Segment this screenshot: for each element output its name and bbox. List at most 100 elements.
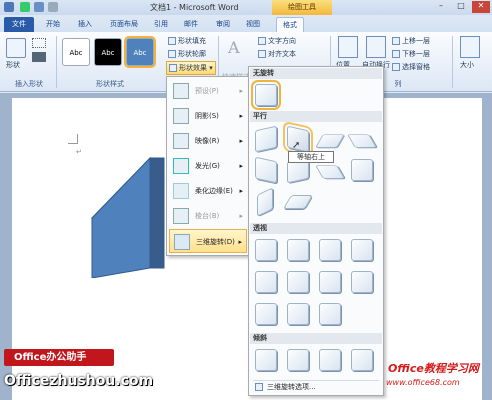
watermark-site: Officezhushou.com [4, 373, 154, 389]
rotation-none-tile[interactable] [251, 80, 281, 110]
shape-fill-label: 形状填充 [178, 37, 206, 45]
rotation-parallel-tile[interactable] [282, 195, 314, 209]
rotation-parallel-tile[interactable] [255, 125, 277, 153]
3d-rotation-options-button[interactable]: 三维旋转选项... [253, 380, 379, 393]
rotation-oblique-tile[interactable] [287, 349, 309, 371]
style-sample-black[interactable]: Abc [94, 38, 122, 66]
send-backward-button[interactable]: 下移一层 [392, 49, 430, 59]
undo-icon[interactable] [34, 2, 44, 12]
text-direction-button[interactable]: 文字方向 [258, 36, 296, 46]
rotation-perspective-tile[interactable] [255, 271, 277, 293]
style-sample-blue[interactable]: Abc [124, 36, 156, 68]
tab-references[interactable]: 引用 [148, 17, 174, 32]
rotation-oblique-tile[interactable] [255, 349, 277, 371]
menu-item-3d-rotation[interactable]: 三维旋转(D) ▸ [169, 229, 247, 253]
rotation-oblique-tile[interactable] [351, 349, 373, 371]
mouse-cursor-icon: ➚ [292, 140, 301, 151]
tab-home[interactable]: 开始 [40, 17, 66, 32]
save-icon[interactable] [20, 2, 30, 12]
tab-insert[interactable]: 插入 [72, 17, 98, 32]
tab-format[interactable]: 格式 [276, 17, 304, 32]
size-icon[interactable] [460, 36, 480, 58]
menu-item-glow[interactable]: 发光(G) ▸ [169, 154, 247, 178]
rotation-parallel-tile[interactable] [351, 159, 373, 181]
watermark-right-url: www.office68.com [386, 378, 460, 387]
shape-outline-button[interactable]: 形状轮廓 [168, 49, 206, 59]
3d-rotation-icon [174, 234, 190, 250]
menu-item-label: 阴影(S) [195, 112, 219, 120]
chevron-right-icon: ▸ [239, 187, 243, 195]
wrap-text-icon[interactable] [366, 36, 386, 58]
tab-view[interactable]: 视图 [240, 17, 266, 32]
maximize-icon[interactable]: □ [452, 1, 470, 13]
rotation-parallel-tile[interactable] [315, 134, 345, 148]
rotation-parallel-tile[interactable] [315, 165, 345, 179]
shadow-icon [173, 108, 189, 124]
menu-item-reflection[interactable]: 映像(R) ▸ [169, 129, 247, 153]
rotation-perspective-tile[interactable] [319, 239, 341, 261]
text-box-icon[interactable] [32, 52, 46, 62]
rotation-perspective-tile[interactable] [287, 303, 309, 325]
shape-effects-menu: 预设(P) ▸ 阴影(S) ▸ 映像(R) ▸ 发光(G) ▸ 柔化边缘(E) ▸ 棱台(… [166, 76, 250, 256]
tab-file[interactable]: 文件 [4, 17, 34, 32]
bring-forward-icon [392, 37, 400, 45]
close-icon[interactable]: ✕ [472, 1, 490, 13]
shape-front-face [91, 156, 151, 278]
shape-icon[interactable] [6, 38, 26, 58]
rotation-perspective-tile[interactable] [351, 271, 373, 293]
menu-item-label: 发光(G) [195, 162, 220, 170]
tab-mailings[interactable]: 邮件 [178, 17, 204, 32]
align-text-button[interactable]: 对齐文本 [258, 49, 296, 59]
shape-fill-button[interactable]: 形状填充 [168, 36, 206, 46]
text-direction-icon [258, 37, 266, 45]
section-header-no-rotation: 无旋转 [250, 68, 382, 79]
menu-item-soft-edges[interactable]: 柔化边缘(E) ▸ [169, 179, 247, 203]
menu-item-bevel[interactable]: 棱台(B) ▸ [169, 204, 247, 228]
edit-shape-icon[interactable] [32, 38, 46, 48]
soft-edges-icon [173, 183, 189, 199]
shape-effects-button[interactable]: 形状效果 ▾ [166, 61, 216, 75]
rotation-parallel-tile[interactable] [347, 134, 377, 148]
tab-page-layout[interactable]: 页面布局 [104, 17, 144, 32]
rotation-perspective-tile[interactable] [319, 303, 341, 325]
preset-icon [173, 83, 189, 99]
position-icon[interactable] [338, 36, 358, 58]
menu-item-label: 棱台(B) [195, 212, 220, 220]
rotation-perspective-tile[interactable] [351, 239, 373, 261]
bevel-icon [173, 208, 189, 224]
redo-icon[interactable] [48, 2, 58, 12]
minimize-icon[interactable]: – [432, 1, 450, 13]
watermark-brand: Office办公助手 [4, 349, 114, 366]
rotation-oblique-tile[interactable] [319, 349, 341, 371]
rotation-perspective-tile[interactable] [255, 239, 277, 261]
selection-pane-icon [392, 63, 400, 71]
word-app-icon [4, 2, 14, 12]
bring-forward-button[interactable]: 上移一层 [392, 36, 430, 46]
watermark-right-brand: Office教程学习网 [388, 362, 479, 375]
chevron-right-icon: ▸ [238, 238, 242, 246]
ribbon-tabs: 文件 开始 插入 页面布局 引用 邮件 审阅 视图 格式 [0, 15, 492, 32]
menu-item-shadow[interactable]: 阴影(S) ▸ [169, 104, 247, 128]
3d-rotation-options-label: 三维旋转选项... [267, 383, 316, 391]
rotation-perspective-tile[interactable] [319, 271, 341, 293]
chevron-right-icon: ▸ [239, 212, 243, 220]
bring-forward-label: 上移一层 [402, 37, 430, 45]
arrange-group-label: 列 [394, 80, 402, 88]
margin-corner-mark [68, 134, 78, 144]
menu-item-preset[interactable]: 预设(P) ▸ [169, 79, 247, 103]
rotation-perspective-tile[interactable] [287, 271, 309, 293]
tab-review[interactable]: 审阅 [210, 17, 236, 32]
shape-button-label[interactable]: 形状 [6, 60, 20, 70]
menu-item-label: 柔化边缘(E) [195, 187, 233, 195]
quick-style-a-icon[interactable]: A [228, 38, 240, 57]
rotation-perspective-tile[interactable] [287, 239, 309, 261]
selection-pane-button[interactable]: 选择窗格 [392, 62, 430, 72]
reflection-icon [173, 133, 189, 149]
chevron-right-icon: ▸ [239, 137, 243, 145]
size-label[interactable]: 大小 [460, 60, 474, 70]
rotation-parallel-tile[interactable] [257, 187, 273, 217]
rotation-parallel-tile[interactable] [255, 156, 277, 184]
rotation-perspective-tile[interactable] [255, 303, 277, 325]
style-sample-white[interactable]: Abc [62, 38, 90, 66]
send-backward-label: 下移一层 [402, 50, 430, 58]
